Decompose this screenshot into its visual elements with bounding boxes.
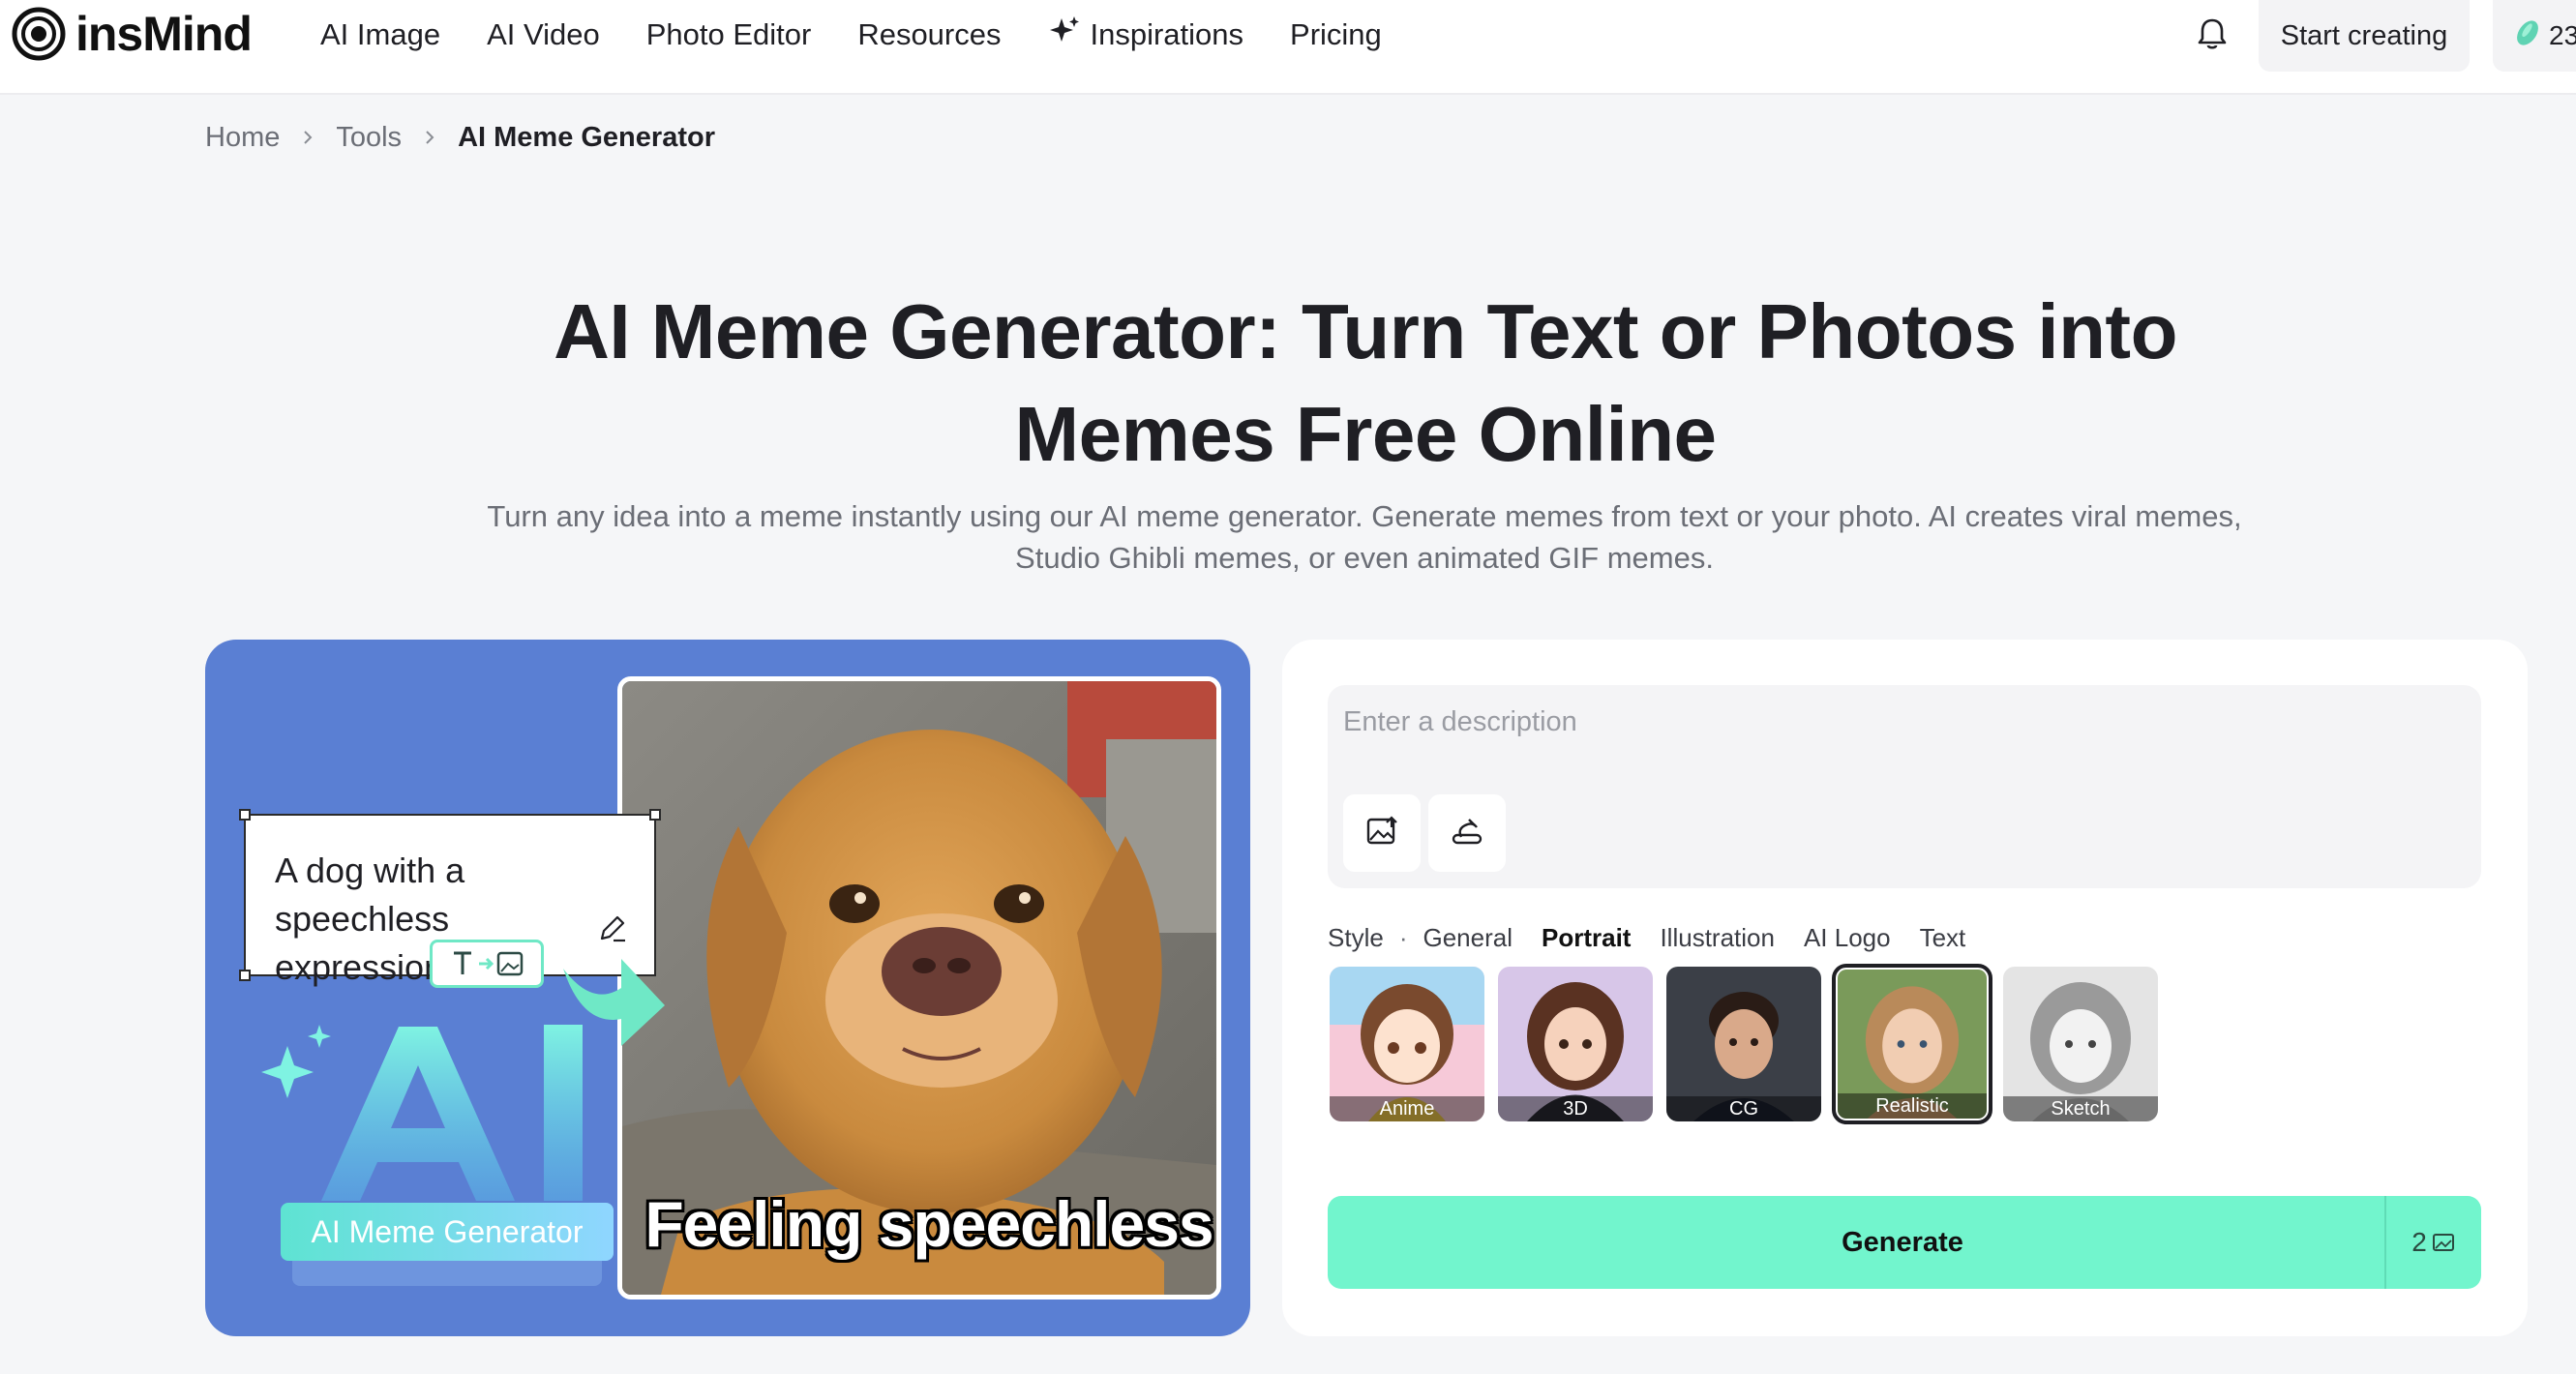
showcase-image-card: A dog with a speechless expression...I A… (205, 640, 1250, 1336)
tab-portrait[interactable]: Portrait (1542, 923, 1631, 953)
image-upload-icon (1363, 812, 1401, 855)
generator-panel: Enter a description Style · General Port… (1282, 640, 2528, 1336)
credits-icon (2512, 17, 2543, 55)
tab-illustration[interactable]: Illustration (1660, 923, 1775, 953)
style-option-sketch[interactable]: Sketch (2003, 967, 2158, 1121)
separator-dot: · (1398, 922, 1408, 952)
brush-draw-icon (1448, 812, 1486, 855)
meme-caption: Feeling speechless (644, 1188, 1213, 1260)
main-nav: AI Image AI Video Photo Editor Resources… (320, 15, 1428, 54)
description-placeholder: Enter a description (1343, 706, 1577, 737)
style-option-realistic[interactable]: Realistic (1832, 964, 1992, 1124)
style-label-realistic: Realistic (1838, 1093, 1987, 1119)
style-label-cg: CG (1666, 1096, 1821, 1121)
breadcrumb-home[interactable]: Home (205, 122, 280, 154)
nav-item-inspirations[interactable]: Inspirations (1048, 15, 1244, 55)
sparkle-icon (1048, 15, 1081, 55)
resize-handle (239, 809, 251, 821)
resize-handle (649, 809, 661, 821)
page-title: AI Meme Generator: Turn Text or Photos i… (320, 281, 2411, 486)
page-subtitle-line-1: Turn any idea into a meme instantly usin… (487, 499, 2242, 533)
style-option-anime[interactable]: Anime (1330, 967, 1484, 1121)
text-to-image-icon (430, 940, 544, 988)
notification-bell-icon[interactable] (2193, 15, 2232, 53)
nav-item-ai-video[interactable]: AI Video (487, 15, 600, 54)
style-label-sketch: Sketch (2003, 1096, 2158, 1121)
draw-sketch-button[interactable] (1428, 794, 1506, 872)
image-credit-icon (2431, 1230, 2456, 1255)
nav-item-ai-image[interactable]: AI Image (320, 15, 440, 54)
style-thumbnails: Anime 3D CG Realistic Sketch (1330, 964, 2172, 1124)
upload-image-button[interactable] (1343, 794, 1421, 872)
start-creating-button[interactable]: Start creating (2259, 0, 2470, 72)
style-label-anime: Anime (1330, 1096, 1484, 1121)
ai-meme-generator-badge: AI Meme Generator (281, 1203, 614, 1261)
tab-ai-logo[interactable]: AI Logo (1804, 923, 1891, 953)
chevron-right-icon (423, 128, 436, 147)
breadcrumb: Home Tools AI Meme Generator (205, 118, 715, 157)
generate-cost: 2 (2384, 1196, 2481, 1289)
breadcrumb-current: AI Meme Generator (458, 121, 715, 153)
resize-handle (239, 970, 251, 981)
credits-badge[interactable]: 23 (2493, 0, 2576, 72)
page-subtitle: Turn any idea into a meme instantly usin… (387, 495, 2342, 579)
style-label: Style (1328, 922, 1384, 952)
style-option-cg[interactable]: CG (1666, 967, 1821, 1121)
chevron-right-icon (301, 128, 315, 147)
style-option-3d[interactable]: 3D (1498, 967, 1653, 1121)
style-label-3d: 3D (1498, 1096, 1653, 1121)
nav-item-pricing[interactable]: Pricing (1290, 15, 1382, 54)
nav-item-photo-editor[interactable]: Photo Editor (646, 15, 812, 54)
nav-item-resources[interactable]: Resources (857, 15, 1001, 54)
tab-general[interactable]: General (1423, 923, 1513, 953)
tab-text[interactable]: Text (1920, 923, 1966, 953)
logo-icon (12, 7, 66, 61)
style-tabs: Style · General Portrait Illustration AI… (1328, 918, 1994, 957)
generate-cost-value: 2 (2411, 1227, 2427, 1257)
top-navigation-bar: insMind AI Image AI Video Photo Editor R… (0, 0, 2576, 95)
breadcrumb-tools[interactable]: Tools (336, 122, 402, 154)
page-title-line-1: AI Meme Generator: Turn Text or Photos i… (554, 288, 2177, 374)
page-title-line-2: Memes Free Online (1014, 391, 1717, 477)
page-subtitle-line-2: Studio Ghibli memes, or even animated GI… (1015, 541, 1714, 575)
arrow-right-icon (563, 959, 665, 1046)
nav-item-inspirations-label: Inspirations (1090, 17, 1244, 51)
generate-label: Generate (1842, 1226, 1963, 1258)
brand-logo[interactable]: insMind (12, 6, 253, 62)
generate-button[interactable]: Generate 2 (1328, 1196, 2481, 1289)
brand-name: insMind (75, 7, 253, 61)
description-input[interactable]: Enter a description (1328, 685, 2481, 888)
credits-count: 23 (2549, 20, 2576, 50)
